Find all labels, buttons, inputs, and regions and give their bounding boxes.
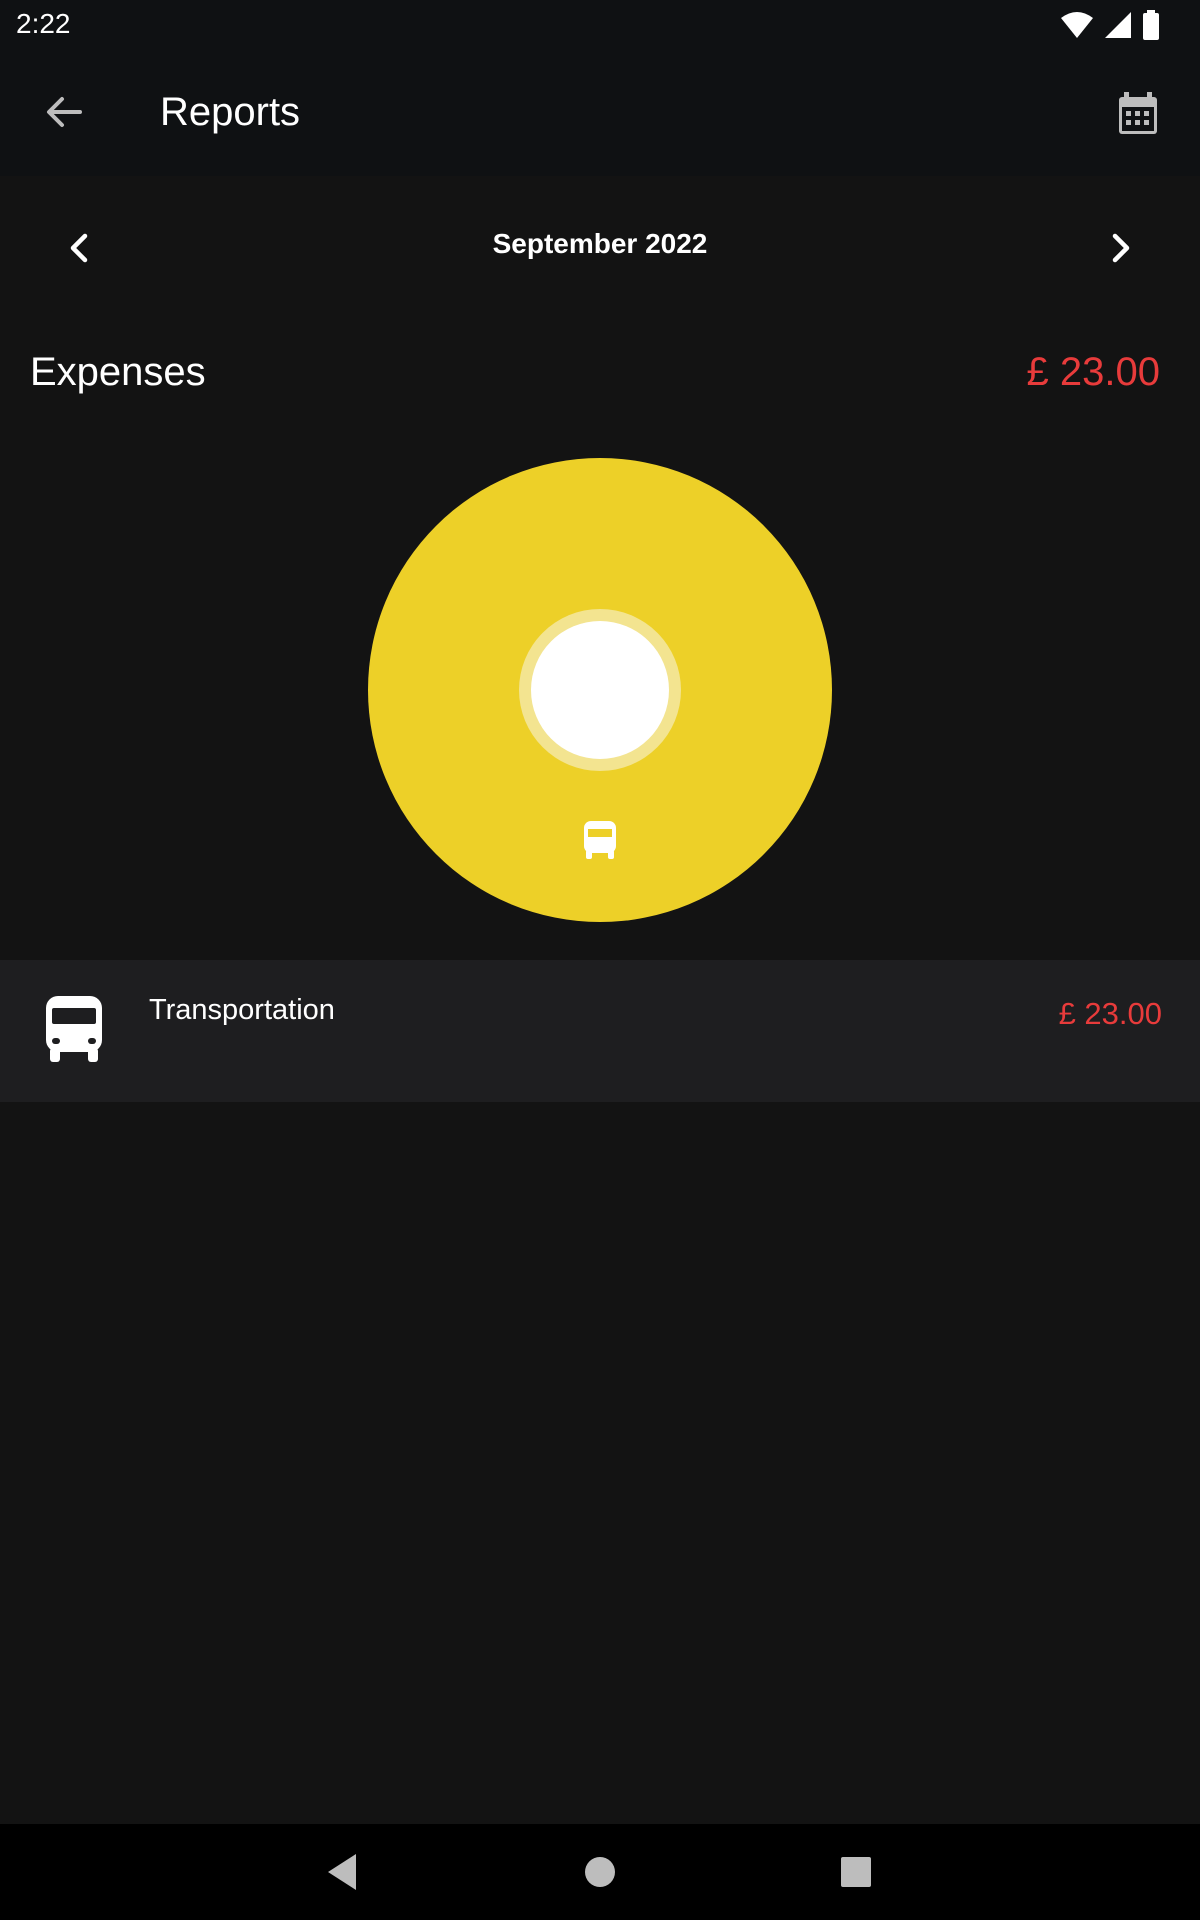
nav-back-button[interactable] [322, 1850, 366, 1894]
calendar-icon [1119, 92, 1157, 134]
battery-icon [1143, 10, 1159, 40]
system-navigation-bar [0, 1824, 1200, 1920]
nav-recents-icon [841, 1857, 871, 1887]
status-time: 2:22 [16, 8, 71, 39]
nav-recents-button[interactable] [834, 1850, 878, 1894]
expenses-total: £ 23.00 [1026, 350, 1160, 394]
month-navigation: September 2022 [0, 200, 1200, 296]
signal-icon [1105, 12, 1131, 38]
app-bar: Reports [0, 48, 1200, 176]
arrow-left-icon [47, 97, 82, 127]
chevron-right-icon [1112, 233, 1130, 263]
expenses-title: Expenses [30, 350, 206, 394]
category-row-transportation[interactable]: Transportation £ 23.00 [0, 960, 1200, 1102]
status-icons [1060, 10, 1160, 40]
next-month-button[interactable] [1096, 224, 1144, 272]
donut-chart-svg [368, 458, 832, 922]
nav-back-icon [328, 1854, 356, 1890]
back-button[interactable] [40, 88, 104, 136]
calendar-button[interactable] [1110, 86, 1166, 142]
category-icon-container [44, 994, 104, 1062]
category-amount: £ 23.00 [1058, 996, 1162, 1031]
bus-icon [46, 996, 102, 1062]
page-title: Reports [160, 90, 301, 134]
month-label: September 2022 [492, 228, 708, 259]
nav-home-icon [585, 1857, 615, 1887]
donut-center-hole [531, 621, 669, 759]
wifi-icon [1061, 12, 1093, 38]
category-label: Transportation [149, 994, 335, 1026]
nav-home-button[interactable] [578, 1850, 622, 1894]
expenses-donut-chart [368, 458, 832, 922]
status-bar: 2:22 [0, 0, 1200, 48]
